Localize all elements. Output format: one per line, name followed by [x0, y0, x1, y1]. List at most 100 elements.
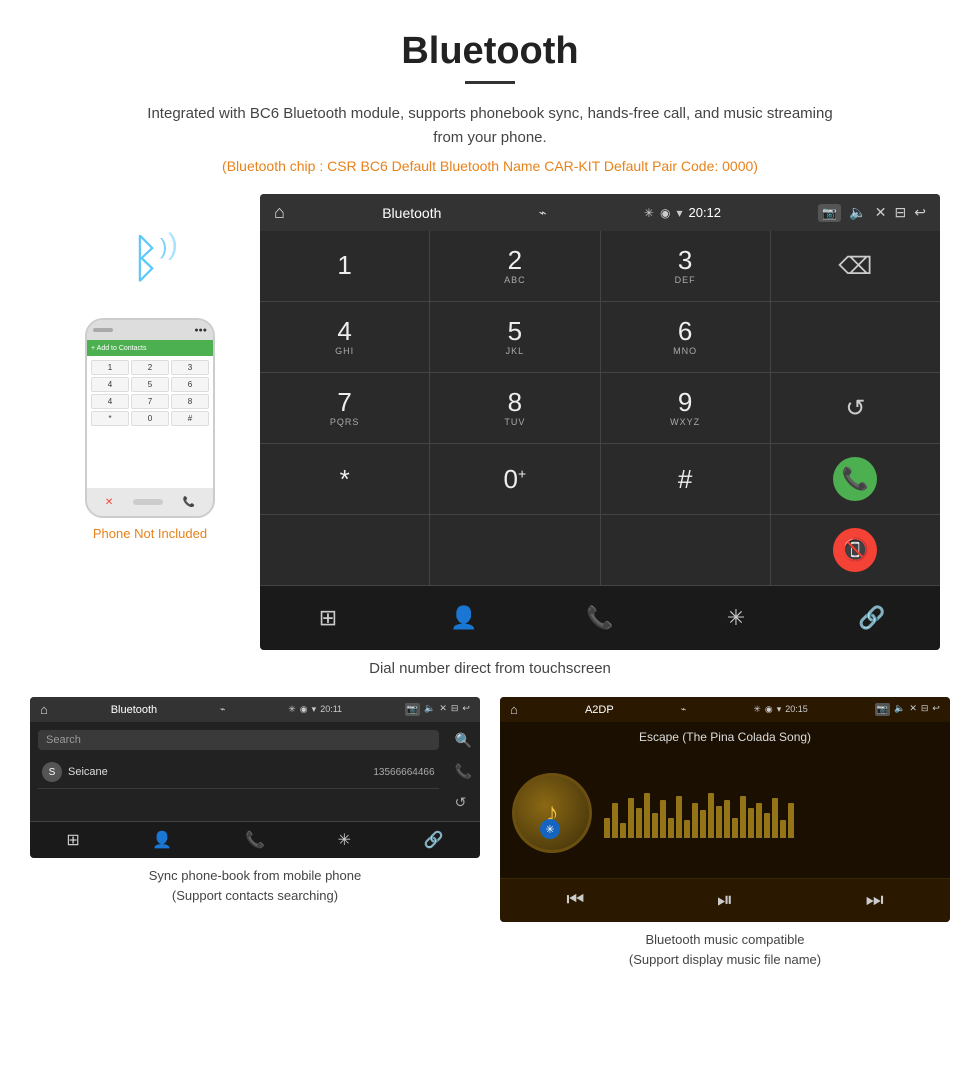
nav-bt-icon[interactable]: ✳ [716, 598, 756, 638]
key-call-green[interactable]: 📞 [771, 444, 940, 514]
viz-bar [708, 793, 714, 838]
viz-bar [780, 820, 786, 838]
phone-key-4: 4 [91, 377, 129, 392]
phone-key-9: 8 [171, 394, 209, 409]
key-9[interactable]: 9 WXYZ [601, 373, 770, 443]
phone-menu-bar: + Add to Contacts [87, 340, 213, 356]
camera-icon[interactable]: 📷 [818, 204, 841, 222]
back-icon[interactable]: ↩ [914, 204, 926, 221]
nav-grid-icon[interactable]: ⊞ [308, 598, 348, 638]
phone-dialpad: 1 2 3 4 5 6 4 7 8 * 0 # [91, 360, 209, 426]
phonebook-screen: ⌂ Bluetooth ⌁ ✳ ◉ ▾ 20:11 📷 🔈 ✕ ⊟ ↩ [30, 697, 480, 858]
key-8[interactable]: 8 TUV [430, 373, 599, 443]
viz-bar [788, 803, 794, 838]
back-icon-small[interactable]: ↩ [462, 703, 470, 716]
phonebook-screen-wrapper: ⌂ Bluetooth ⌁ ✳ ◉ ▾ 20:11 📷 🔈 ✕ ⊟ ↩ [30, 697, 480, 866]
phone-key-5: 5 [131, 377, 169, 392]
key-5[interactable]: 5 JKL [430, 302, 599, 372]
phonebook-title: Bluetooth [111, 704, 157, 716]
pnav-bt[interactable]: ✳ [338, 830, 351, 850]
pnav-link[interactable]: 🔗 [424, 830, 444, 850]
phone-key-hash: # [171, 411, 209, 426]
key-hash[interactable]: # [601, 444, 770, 514]
next-button[interactable]: ⏭ [866, 889, 884, 912]
key-redial[interactable]: ↺ [771, 373, 940, 443]
phone-key-star: * [91, 411, 129, 426]
usb-icon: ⌁ [539, 205, 547, 221]
wifi-icon-small: ▾ [312, 704, 317, 715]
refresh-icon-right[interactable]: ↺ [455, 794, 472, 811]
nav-contacts-icon[interactable]: 👤 [444, 598, 484, 638]
title-divider [465, 81, 515, 84]
contact-number: 13566664466 [373, 767, 434, 778]
win-icon-small[interactable]: ⊟ [451, 703, 459, 716]
key-call-red[interactable]: 📵 [771, 515, 940, 585]
close-icon-music[interactable]: ✕ [909, 703, 917, 716]
key-0[interactable]: 0+ [430, 444, 599, 514]
green-call-button[interactable]: 📞 [833, 457, 877, 501]
bluetooth-icon-area: ᛒ ) ) [100, 224, 200, 304]
album-art-wrapper: ♪ ✳ [512, 773, 592, 853]
phone-bottom-bar: ✕ 📞 [87, 488, 213, 516]
home-icon-music[interactable]: ⌂ [510, 702, 518, 717]
phone-icon-right[interactable]: 📞 [455, 763, 472, 780]
key-6[interactable]: 6 MNO [601, 302, 770, 372]
cam-icon-small[interactable]: 📷 [405, 703, 420, 716]
location-status-icon: ◉ [660, 206, 670, 220]
contact-row-seicane[interactable]: S Seicane 13566664466 [38, 756, 439, 789]
music-col: ⌂ A2DP ⌁ ✳ ◉ ▾ 20:15 📷 🔈 ✕ ⊟ ↩ Escap [500, 697, 950, 969]
loc-icon-small: ◉ [300, 704, 308, 715]
music-content: ♪ ✳ [500, 748, 950, 878]
vol-icon-small[interactable]: 🔈 [424, 703, 435, 716]
bt-icon-music: ✳ [753, 704, 761, 715]
key-empty-4 [601, 515, 770, 585]
search-placeholder: Search [46, 734, 81, 746]
viz-bar [668, 818, 674, 838]
viz-bar [692, 803, 698, 838]
pnav-grid[interactable]: ⊞ [66, 830, 79, 850]
key-backspace[interactable]: ⌫ [771, 231, 940, 301]
key-2[interactable]: 2 ABC [430, 231, 599, 301]
viz-bar [620, 823, 626, 838]
key-star[interactable]: * [260, 444, 429, 514]
key-1[interactable]: 1 [260, 231, 429, 301]
usb-icon-small: ⌁ [220, 704, 225, 715]
viz-bar [740, 796, 746, 838]
car-screen-header: ⌂ Bluetooth ⌁ ✳ ◉ ▾ 20:12 📷 🔈 ✕ ⊟ ↩ [260, 194, 940, 231]
music-action-icons: 📷 🔈 ✕ ⊟ ↩ [875, 703, 940, 716]
window-icon[interactable]: ⊟ [895, 204, 907, 221]
phone-not-included-label: Phone Not Included [93, 526, 207, 541]
key-7[interactable]: 7 PQRS [260, 373, 429, 443]
main-content-area: ᛒ ) ) ●●● + Add to Contacts 1 2 3 4 5 6 [0, 194, 980, 650]
bottom-screenshots: ⌂ Bluetooth ⌁ ✳ ◉ ▾ 20:11 📷 🔈 ✕ ⊟ ↩ [0, 697, 980, 969]
status-icons: ✳ ◉ ▾ 20:12 [644, 205, 721, 220]
page-description: Integrated with BC6 Bluetooth module, su… [140, 102, 840, 150]
volume-icon[interactable]: 🔈 [849, 204, 866, 221]
wifi-icon-music: ▾ [777, 704, 782, 715]
pnav-phone[interactable]: 📞 [245, 830, 265, 850]
red-call-button[interactable]: 📵 [833, 528, 877, 572]
home-icon-small[interactable]: ⌂ [40, 702, 48, 717]
page-header: Bluetooth Integrated with BC6 Bluetooth … [0, 0, 980, 194]
play-pause-button[interactable]: ⏯ [717, 889, 733, 912]
cam-icon-music[interactable]: 📷 [875, 703, 890, 716]
win-icon-music[interactable]: ⊟ [921, 703, 929, 716]
key-4[interactable]: 4 GHI [260, 302, 429, 372]
car-screen-title: Bluetooth [382, 205, 441, 221]
vol-icon-music[interactable]: 🔈 [894, 703, 905, 716]
nav-link-icon[interactable]: 🔗 [852, 598, 892, 638]
close-icon-small[interactable]: ✕ [439, 703, 447, 716]
bluetooth-icon: ᛒ [130, 229, 161, 289]
search-icon-right[interactable]: 🔍 [455, 732, 472, 749]
back-icon-music[interactable]: ↩ [932, 703, 940, 716]
phone-key-2: 2 [131, 360, 169, 375]
home-icon[interactable]: ⌂ [274, 202, 285, 223]
prev-button[interactable]: ⏮ [566, 889, 584, 912]
nav-phone-icon[interactable]: 📞 [580, 598, 620, 638]
close-icon[interactable]: ✕ [875, 204, 887, 221]
key-3[interactable]: 3 DEF [601, 231, 770, 301]
search-bar[interactable]: Search [38, 730, 439, 750]
pnav-person[interactable]: 👤 [152, 830, 172, 850]
car-action-icons: 📷 🔈 ✕ ⊟ ↩ [818, 204, 926, 222]
music-visualizer [604, 788, 938, 838]
